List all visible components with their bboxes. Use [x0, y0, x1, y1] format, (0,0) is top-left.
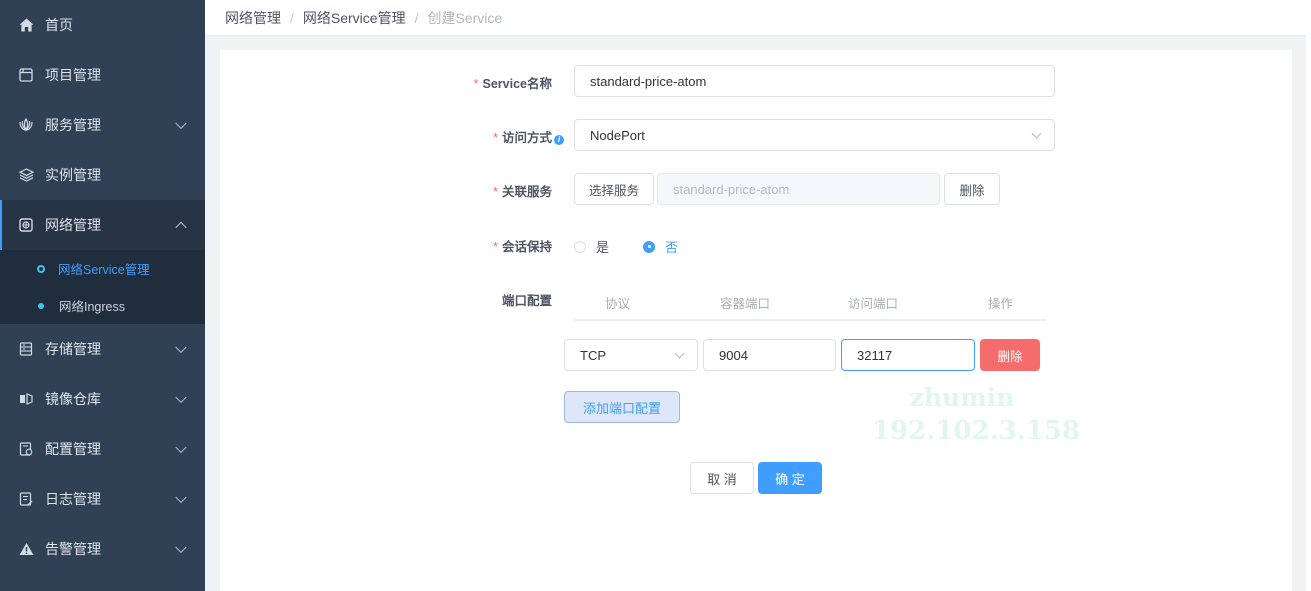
home-icon [18, 17, 34, 33]
protocol-select[interactable]: TCP [564, 339, 698, 371]
breadcrumb-separator: / [290, 9, 294, 26]
network-icon [18, 217, 34, 233]
chevron-down-icon [175, 541, 187, 554]
service-icon [18, 117, 34, 133]
breadcrumb: 网络管理 / 网络Service管理 / 创建Service [205, 0, 1306, 36]
sidebar-item-log[interactable]: 日志管理 [0, 474, 205, 524]
sidebar-item-service[interactable]: 服务管理 [0, 100, 205, 150]
sidebar-item-label: 日志管理 [45, 491, 101, 507]
service-name-input[interactable]: standard-price-atom [574, 65, 1055, 97]
chevron-up-icon [175, 221, 187, 234]
storage-icon [18, 341, 34, 357]
sidebar-item-network[interactable]: 网络管理 [0, 200, 205, 250]
column-header-container-port: 容器端口 [720, 297, 771, 311]
radio-circle [643, 240, 655, 253]
service-name-label: * Service名称 [473, 77, 552, 91]
access-mode-select[interactable]: NodePort [574, 119, 1055, 151]
sidebar-item-instance[interactable]: 实例管理 [0, 150, 205, 200]
sidebar-item-storage[interactable]: 存储管理 [0, 324, 205, 374]
cancel-button[interactable]: 取 消 [690, 462, 754, 494]
sidebar-subitem-label: 网络Service管理 [58, 263, 150, 277]
log-icon [18, 491, 34, 507]
chevron-down-icon [175, 441, 187, 454]
chevron-down-icon [1031, 128, 1042, 139]
delete-related-service-button[interactable]: 删除 [944, 173, 1000, 205]
add-port-config-button[interactable]: 添加端口配置 [564, 391, 680, 423]
create-service-form: * Service名称 standard-price-atom * 访问方式 i No… [220, 50, 1292, 591]
sidebar-item-label: 告警管理 [45, 541, 101, 557]
session-affinity-no-radio[interactable]: 否 [643, 237, 678, 256]
breadcrumb-item-current: 创建Service [427, 9, 503, 26]
sidebar-item-label: 服务管理 [45, 117, 101, 133]
sidebar-item-project[interactable]: 项目管理 [0, 50, 205, 100]
port-config-label: 端口配置 [501, 294, 552, 308]
column-header-action: 操作 [988, 297, 1014, 311]
sidebar-item-image-repo[interactable]: 镜像仓库 [0, 374, 205, 424]
access-mode-label: * 访问方式 i [452, 127, 564, 146]
watermark-ip: 192.102.3.158 [872, 416, 1081, 446]
sidebar-item-label: 网络管理 [45, 217, 101, 233]
table-header-divider [574, 319, 1046, 321]
project-icon [18, 67, 34, 83]
info-icon[interactable]: i [554, 135, 564, 145]
sidebar-item-label: 项目管理 [45, 67, 101, 83]
sidebar-item-label: 存储管理 [45, 341, 101, 357]
radio-circle [574, 240, 586, 253]
active-dot-icon [37, 264, 45, 273]
chevron-down-icon [175, 491, 187, 504]
warning-icon [18, 541, 34, 557]
breadcrumb-item-network-service[interactable]: 网络Service管理 [303, 8, 406, 28]
related-service-input: standard-price-atom [657, 173, 940, 205]
breadcrumb-item-network[interactable]: 网络管理 [225, 8, 281, 28]
sidebar-item-alert[interactable]: 告警管理 [0, 524, 205, 574]
sidebar: 首页 项目管理 服务管理 实例管理 网络管理 网络Service管理 网络Ing… [0, 0, 205, 591]
confirm-button[interactable]: 确 定 [758, 462, 822, 494]
chevron-down-icon [674, 348, 685, 359]
delete-port-button[interactable]: 删除 [980, 339, 1040, 371]
sidebar-item-label: 首页 [45, 17, 73, 33]
related-service-label: * 关联服务 [493, 185, 552, 199]
dot-icon [38, 302, 44, 309]
chevron-down-icon [175, 341, 187, 354]
access-port-input[interactable]: 32117 [841, 339, 975, 371]
column-header-protocol: 协议 [605, 297, 631, 311]
sidebar-item-label: 镜像仓库 [45, 391, 101, 407]
sidebar-subitem-label: 网络Ingress [59, 300, 125, 314]
sidebar-item-config[interactable]: 配置管理 [0, 424, 205, 474]
scrollbar-track [1306, 0, 1311, 591]
watermark-user: zhumin [909, 383, 1015, 412]
select-service-button[interactable]: 选择服务 [574, 173, 654, 205]
chevron-down-icon [175, 391, 187, 404]
sidebar-item-label: 配置管理 [45, 441, 101, 457]
image-repo-icon [18, 391, 34, 407]
sidebar-item-home[interactable]: 首页 [0, 0, 205, 50]
layers-icon [18, 167, 34, 183]
column-header-access-port: 访问端口 [848, 297, 899, 311]
network-submenu: 网络Service管理 网络Ingress [0, 250, 205, 324]
container-port-input[interactable]: 9004 [703, 339, 836, 371]
session-affinity-label: * 会话保持 [493, 240, 552, 254]
chevron-down-icon [175, 117, 187, 130]
session-affinity-yes-radio[interactable]: 是 [574, 237, 609, 256]
config-icon [18, 441, 34, 457]
sidebar-subitem-network-service[interactable]: 网络Service管理 [0, 250, 205, 287]
breadcrumb-separator: / [414, 9, 419, 26]
sidebar-subitem-network-ingress[interactable]: 网络Ingress [0, 287, 205, 324]
sidebar-item-label: 实例管理 [45, 167, 101, 183]
